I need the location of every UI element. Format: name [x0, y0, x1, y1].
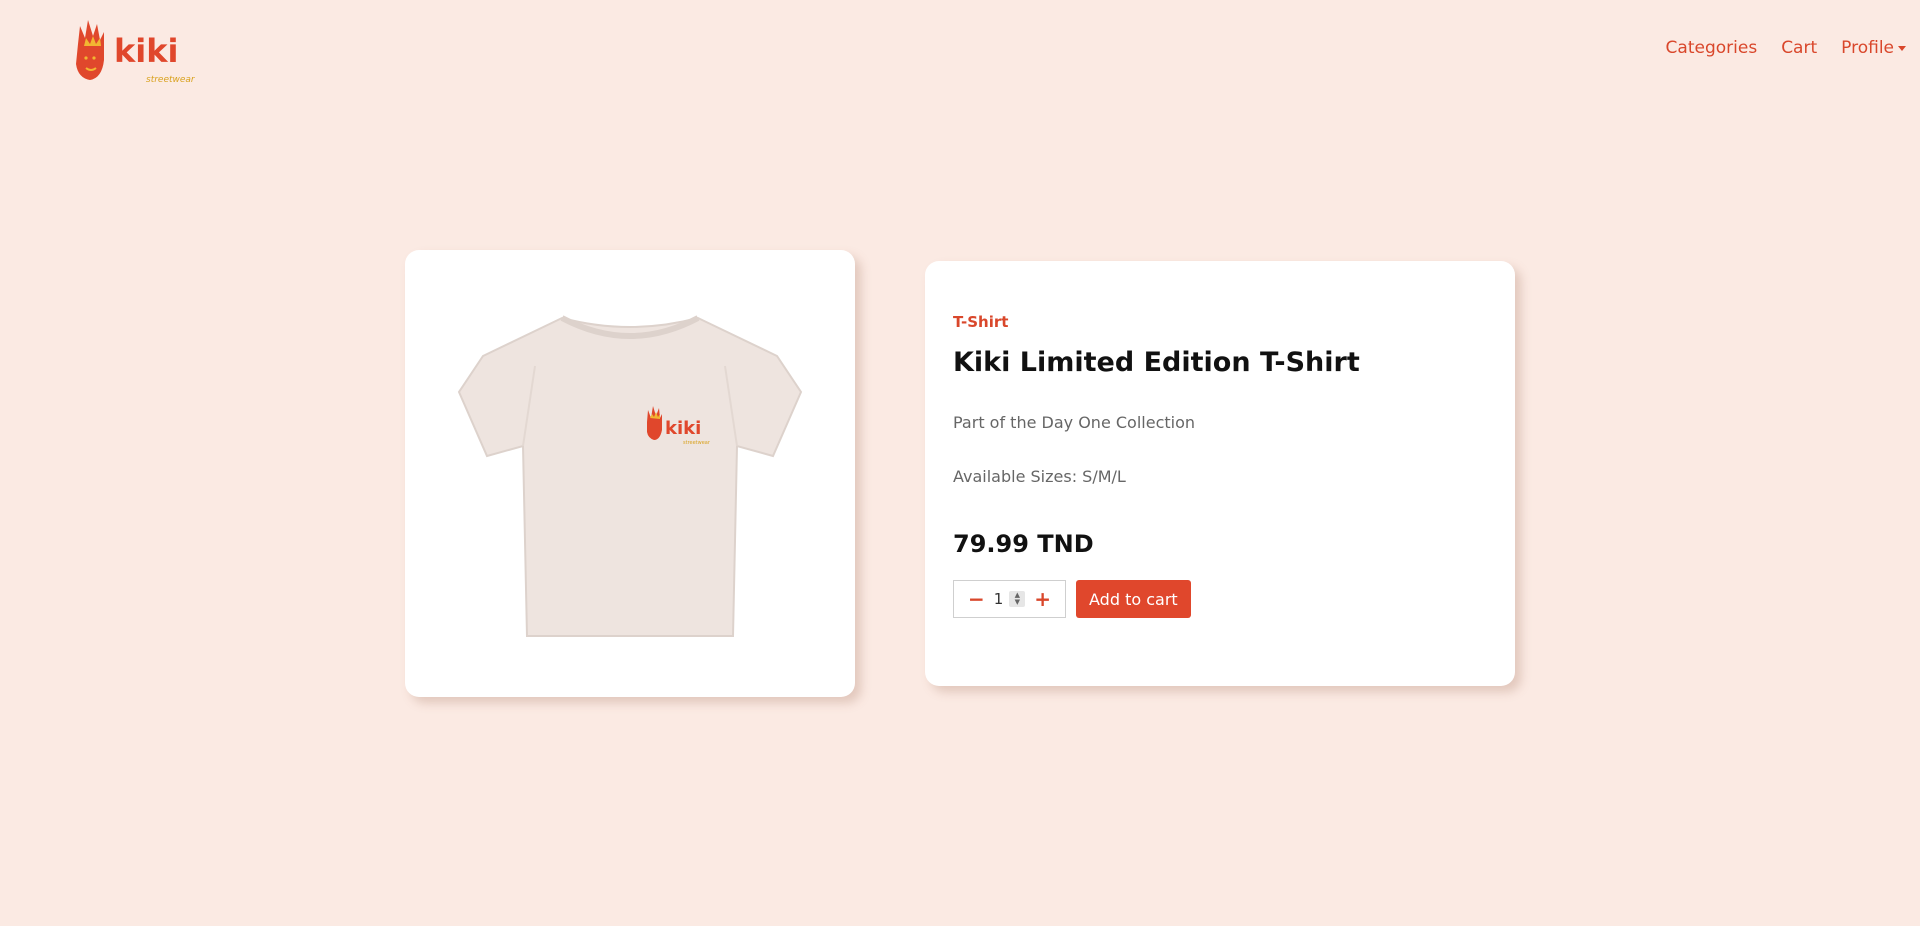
nav-cart[interactable]: Cart	[1781, 38, 1817, 58]
nav-categories[interactable]: Categories	[1666, 38, 1758, 58]
spinner-arrows-icon[interactable]: ▲ ▼	[1009, 591, 1026, 607]
brand-logo[interactable]: kiki streetwear	[74, 16, 198, 88]
main-nav: Categories Cart Profile	[1666, 38, 1906, 58]
decrease-quantity-button[interactable]: −	[968, 589, 985, 609]
nav-profile-label: Profile	[1841, 38, 1894, 58]
product-category[interactable]: T-Shirt	[953, 313, 1487, 331]
increase-quantity-button[interactable]: +	[1034, 589, 1051, 609]
quantity-stepper: − 1 ▲ ▼ +	[953, 580, 1066, 618]
quantity-value: 1	[993, 590, 1004, 608]
product-image: kiki streetwear	[457, 315, 803, 637]
kiki-logo-icon: kiki streetwear	[76, 20, 196, 85]
logo-wordmark: kiki	[114, 32, 179, 70]
logo-subtext: streetwear	[146, 75, 196, 85]
nav-categories-label: Categories	[1665, 38, 1758, 58]
product-image-card: kiki streetwear	[405, 250, 855, 697]
product-description: Part of the Day One Collection	[953, 413, 1196, 432]
add-to-cart-button[interactable]: Add to cart	[1076, 580, 1191, 618]
product-sizes: Available Sizes: S/M/L	[953, 467, 1126, 486]
product-price: 79.99 TND	[953, 530, 1094, 558]
svg-text:streetwear: streetwear	[683, 440, 711, 446]
quantity-input[interactable]: 1 ▲ ▼	[994, 590, 1026, 608]
svg-text:kiki: kiki	[665, 418, 701, 439]
product-info-card: T-Shirt Kiki Limited Edition T-Shirt Par…	[925, 261, 1515, 686]
purchase-row: − 1 ▲ ▼ + Add to cart	[953, 580, 1487, 618]
product-title: Kiki Limited Edition T-Shirt	[953, 347, 1360, 378]
nav-profile-dropdown[interactable]: Profile	[1841, 38, 1906, 58]
nav-cart-label: Cart	[1781, 38, 1818, 58]
caret-down-icon	[1898, 45, 1906, 51]
